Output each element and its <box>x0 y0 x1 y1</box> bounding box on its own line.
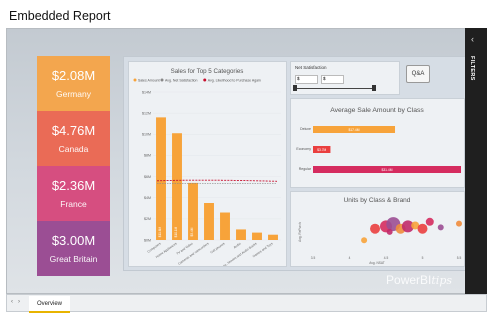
qa-button[interactable]: Q&A <box>406 65 430 83</box>
prev-page-icon[interactable]: ‹ <box>11 299 13 305</box>
report-title: Embedded Report <box>9 9 111 23</box>
slicer-handle-min[interactable] <box>293 85 297 91</box>
y-tick-label: $0M <box>144 238 151 242</box>
category-label: Economy <box>296 147 311 151</box>
scatter-point <box>370 223 381 234</box>
bar-data-label: $10.1M <box>174 226 178 237</box>
legend-marker <box>133 78 137 82</box>
sales-bar-chart: Sales for Top 5 Categories Sales Amount Av… <box>133 68 281 271</box>
bar <box>268 234 278 240</box>
page-tab-bar: ‹ › Overview <box>6 294 487 313</box>
watermark-suffix: tips <box>431 274 452 287</box>
avg-sale-bar-chart: Average Sale Amount by Class Deluxe $17.4M… <box>296 107 461 173</box>
bar <box>220 212 230 240</box>
kpi-value: $2.36M <box>51 178 96 193</box>
kpi-card-germany[interactable]: $2.08M Germany <box>37 56 110 111</box>
bar-data-label: $17.4M <box>349 128 360 132</box>
x-tick-label: 5 <box>422 256 424 260</box>
chart-title: Average Sale Amount by Class <box>330 107 424 114</box>
kpi-label: Germany <box>56 89 91 99</box>
dashboard-panel: Sales for Top 5 Categories Sales Amount Av… <box>123 56 468 271</box>
slicer-min-input[interactable]: $ <box>295 75 318 84</box>
chevron-left-icon[interactable]: ‹ <box>471 34 474 44</box>
avg-sale-visual[interactable]: Average Sale Amount by Class Deluxe $17.4M… <box>290 98 465 188</box>
sales-chart-visual[interactable]: Sales for Top 5 Categories Sales Amount Av… <box>128 61 287 271</box>
powerbi-tips-watermark: PowerBItips <box>386 273 452 287</box>
scatter-point <box>437 224 444 231</box>
units-scatter-chart: Units by Class & Brand 3.5 4 4.5 5 5.5 Avg. NS… <box>298 197 462 265</box>
scatter-point <box>456 220 462 227</box>
x-tick-label: 5.5 <box>457 256 462 260</box>
legend-label: Sales Amount <box>138 79 160 83</box>
watermark-brand: PowerBI <box>386 273 432 287</box>
bar <box>252 232 262 240</box>
y-tick-label: $8M <box>144 154 151 158</box>
x-tick-label: Cameras and camcorders <box>177 241 210 266</box>
kpi-value: $2.08M <box>51 68 96 83</box>
x-tick-label: Audio <box>233 241 242 249</box>
chart-title: Sales for Top 5 Categories <box>171 68 244 75</box>
chart-title: Units by Class & Brand <box>344 197 411 204</box>
kpi-value: $4.76M <box>51 123 96 138</box>
x-tick-label: 3.5 <box>311 256 316 260</box>
kpi-cards: $2.08M Germany $4.76M Canada $2.36M Fran… <box>37 56 110 276</box>
kpi-value: $3.00M <box>51 233 96 248</box>
bar <box>172 133 182 240</box>
scatter-point <box>361 237 368 244</box>
bar-data-label: $3.7M <box>317 148 326 152</box>
bar-data-label: $31.4M <box>382 168 393 172</box>
y-tick-label: $10M <box>142 133 151 137</box>
tab-overview[interactable]: Overview <box>29 296 70 313</box>
slicer-max-input[interactable]: $ <box>321 75 344 84</box>
slicer-title: Net Satisfaction <box>295 65 327 70</box>
bar-data-label: $11.6M <box>158 226 162 237</box>
kpi-label: Canada <box>58 144 89 154</box>
y-tick-label: $4M <box>144 196 151 200</box>
filters-pane[interactable]: ‹ FILTERS <box>465 28 487 294</box>
legend-marker <box>203 78 207 82</box>
y-tick-label: $6M <box>144 175 151 179</box>
slicer-track <box>295 88 375 89</box>
bar <box>236 229 246 240</box>
report-canvas: $2.08M Germany $4.76M Canada $2.36M Fran… <box>6 28 487 294</box>
scatter-point <box>425 217 434 226</box>
next-page-icon[interactable]: › <box>18 299 20 305</box>
bar <box>204 203 214 240</box>
kpi-label: Great Britain <box>49 254 98 264</box>
scatter-point <box>417 223 428 234</box>
y-axis-label: Avg. RePurch <box>298 222 302 242</box>
kpi-card-canada[interactable]: $4.76M Canada <box>37 111 110 166</box>
bar <box>156 117 166 240</box>
x-tick-label: 4.5 <box>384 256 389 260</box>
y-tick-label: $2M <box>144 217 151 221</box>
legend-label: Avg. Likelihood to Purchase Again <box>208 79 261 83</box>
x-tick-label: 4 <box>349 256 351 260</box>
slicer-handle-max[interactable] <box>372 85 376 91</box>
bar-data-label: $5.4M <box>190 227 194 236</box>
kpi-card-france[interactable]: $2.36M France <box>37 166 110 221</box>
category-label: Deluxe <box>300 127 311 131</box>
x-axis-label: Avg. NSAT <box>369 261 385 265</box>
y-tick-label: $14M <box>142 90 151 94</box>
category-label: Regular <box>299 167 312 171</box>
filters-label: FILTERS <box>469 56 475 81</box>
y-tick-label: $12M <box>142 111 151 115</box>
units-scatter-visual[interactable]: Units by Class & Brand 3.5 4 4.5 5 5.5 Avg. NS… <box>290 191 465 267</box>
kpi-label: France <box>60 199 87 209</box>
scatter-point <box>386 228 393 235</box>
legend-marker <box>160 78 164 82</box>
kpi-card-great-britain[interactable]: $3.00M Great Britain <box>37 221 110 276</box>
x-tick-label: Cell phones <box>209 241 225 254</box>
net-satisfaction-slicer[interactable]: Net Satisfaction $ $ <box>290 61 400 95</box>
legend-label: Avg. Net Satisfaction <box>165 79 197 83</box>
